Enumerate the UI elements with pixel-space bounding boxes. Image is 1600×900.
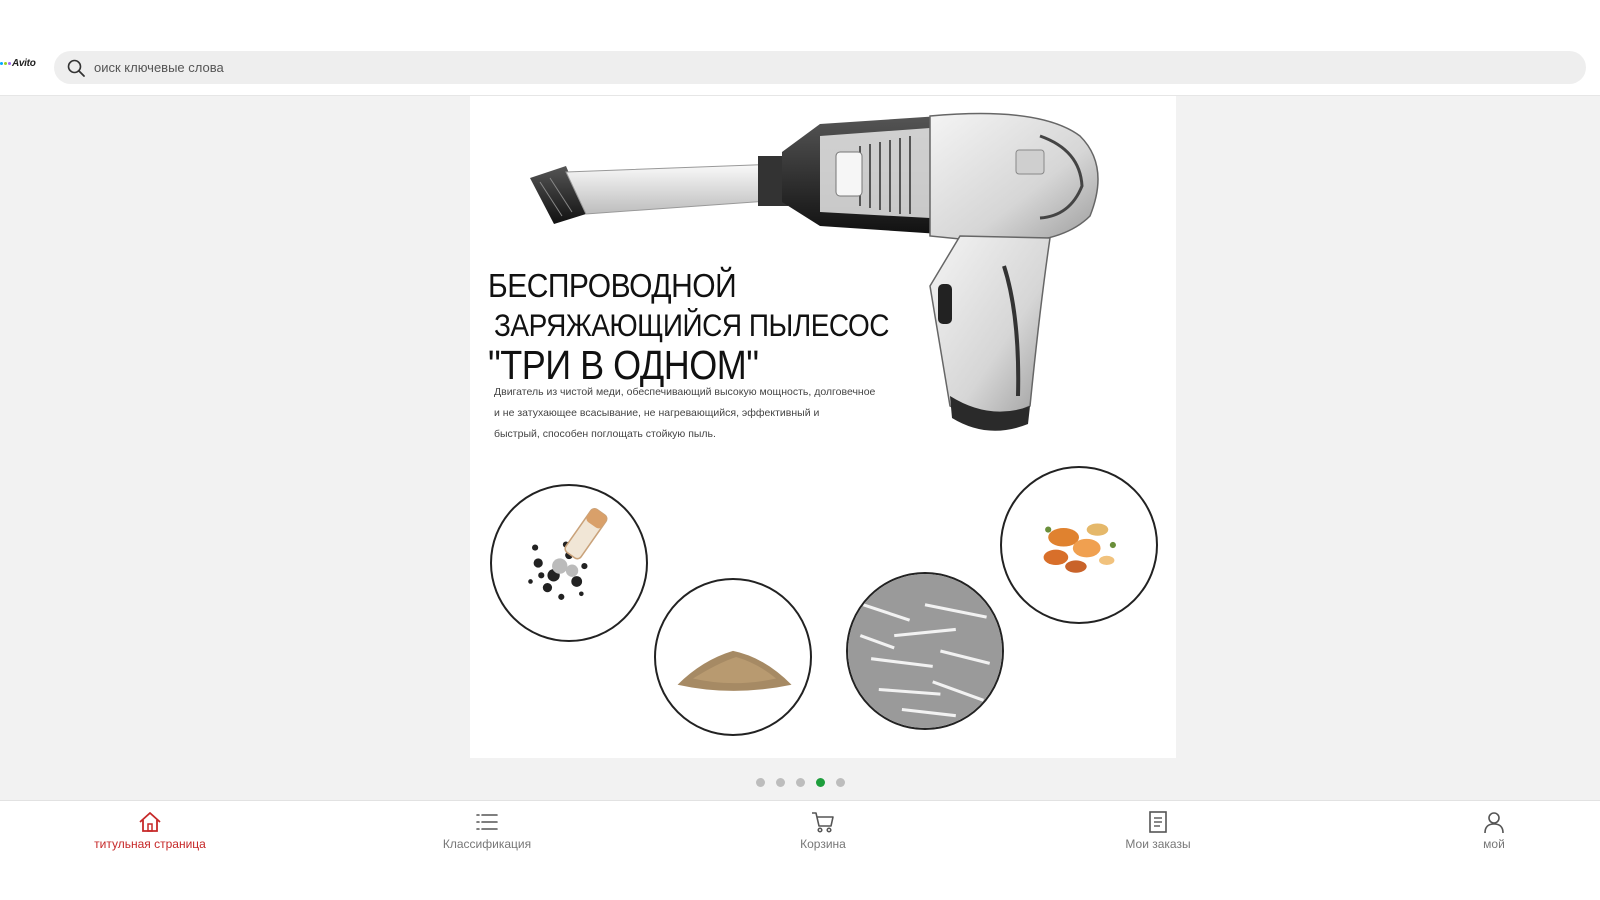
nav-item-home[interactable]: титульная страница (50, 809, 250, 851)
headline-line-2: ЗАРЯЖАЮЩИЙСЯ ПЫЛЕСОС (494, 308, 889, 343)
search-input[interactable] (94, 60, 1544, 75)
description-line: и не затухающее всасывание, не нагревающ… (494, 407, 820, 419)
pager-dot[interactable] (795, 778, 805, 787)
nav-item-profile[interactable]: мой (1394, 809, 1594, 851)
description-line: быстрый, способен поглощать стойкую пыль… (494, 428, 716, 440)
carousel-pager (0, 778, 1600, 787)
nav-item-classification[interactable]: Классификация (387, 809, 587, 851)
cart-icon (812, 812, 834, 833)
nav-label: Классификация (442, 837, 532, 851)
nav-label: Мои заказы (1125, 837, 1191, 851)
logo-dots (0, 62, 11, 65)
product-banner[interactable]: БЕСПРОВОДНОЙ ЗАРЯЖАЮЩИЙСЯ ПЫЛЕСОС "ТРИ В… (470, 96, 1176, 758)
nav-label: мой (1483, 837, 1505, 851)
nav-item-orders[interactable]: Мои заказы (1058, 809, 1258, 851)
pager-dot[interactable] (755, 778, 765, 787)
paper-shreds-sample-image (846, 572, 1004, 730)
orders-icon (1149, 811, 1167, 833)
search-bar[interactable] (54, 51, 1586, 84)
nav-label: Корзина (800, 837, 846, 851)
top-bar: Avito (0, 0, 1600, 96)
list-icon (476, 814, 498, 830)
pager-dot-active[interactable] (815, 778, 825, 787)
pager-dot[interactable] (775, 778, 785, 787)
logo[interactable]: Avito (0, 58, 36, 69)
main-content: БЕСПРОВОДНОЙ ЗАРЯЖАЮЩИЙСЯ ПЫЛЕСОС "ТРИ В… (0, 96, 1600, 800)
bottom-navigation: титульная страница Классификация Корзина… (0, 800, 1600, 900)
sand-sample-image (654, 578, 812, 736)
description-line: Двигатель из чистой меди, обеспечивающий… (494, 386, 876, 398)
ash-sample-image (490, 484, 648, 642)
nav-item-cart[interactable]: Корзина (723, 809, 923, 851)
nav-label: титульная страница (94, 837, 206, 851)
pager-dot[interactable] (835, 778, 845, 787)
headline-line-1: БЕСПРОВОДНОЙ (488, 268, 737, 305)
banner-description: Двигатель из чистой меди, обеспечивающий… (494, 382, 934, 445)
search-icon (67, 59, 85, 77)
home-icon (139, 812, 161, 832)
banner-headline: БЕСПРОВОДНОЙ ЗАРЯЖАЮЩИЙСЯ ПЫЛЕСОС "ТРИ В… (488, 268, 889, 388)
food-crumbs-sample-image (1000, 466, 1158, 624)
user-icon (1484, 812, 1504, 834)
logo-text: Avito (12, 58, 36, 69)
